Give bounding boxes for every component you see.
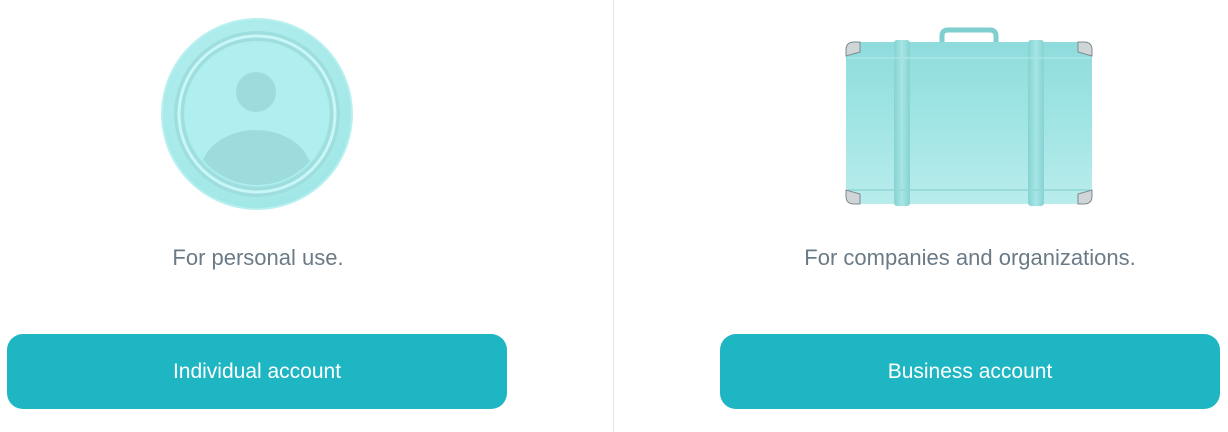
- individual-account-button[interactable]: Individual account: [7, 334, 507, 409]
- business-description: For companies and organizations.: [804, 245, 1136, 270]
- individual-description: For personal use.: [172, 245, 344, 270]
- account-type-selector: For personal use. Individual account For…: [0, 0, 1228, 432]
- column-divider: [613, 0, 614, 432]
- suitcase-icon: [838, 22, 1100, 210]
- business-account-button[interactable]: Business account: [720, 334, 1220, 409]
- person-avatar-icon: [158, 14, 358, 214]
